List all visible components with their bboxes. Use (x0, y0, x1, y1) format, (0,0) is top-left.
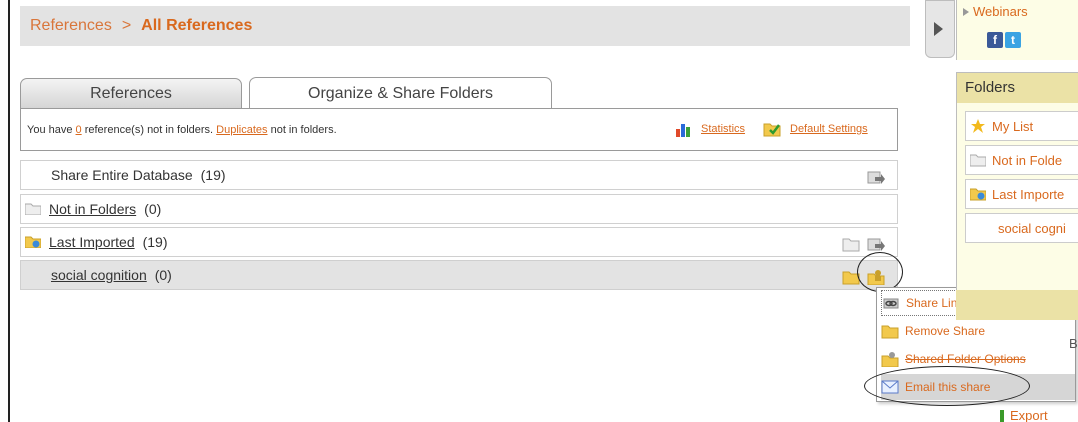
folder-check-icon[interactable] (763, 120, 781, 137)
folder-item-not-in-folders[interactable]: Not in Folde (965, 145, 1078, 175)
menu-item-remove-share[interactable]: Remove Share (881, 318, 1075, 344)
folder-icon (970, 154, 986, 167)
folder-item-label: Not in Folde (992, 152, 1063, 168)
breadcrumb-separator: > (121, 17, 132, 34)
row-count: (0) (154, 267, 172, 283)
star-icon (971, 119, 985, 133)
row-label: Share Entire Database (51, 167, 193, 183)
info-prefix: You have (27, 124, 76, 136)
folder-item-my-list[interactable]: My List (965, 111, 1078, 141)
unfiled-info-text: You have 0 reference(s) not in folders. … (27, 124, 337, 136)
folder-icon (25, 203, 41, 215)
info-suffix: not in folders. (267, 124, 337, 136)
row-share-entire-database: Share Entire Database (19) (20, 160, 898, 190)
highlight-ellipse (864, 366, 1030, 406)
breadcrumb: References > All References (20, 6, 910, 46)
folders-panel: Folders My List Not in Folde Last Import… (956, 72, 1078, 304)
chain-link-icon (883, 298, 899, 309)
statistics-link[interactable]: Statistics (701, 123, 745, 135)
window-border (8, 0, 10, 422)
default-settings-link[interactable]: Default Settings (790, 123, 868, 135)
folder-item-label: social cogni (998, 220, 1066, 236)
twitter-icon[interactable]: t (1005, 32, 1021, 48)
right-panel-links: Webinars f t (956, 0, 1078, 60)
bar-chart-icon[interactable] (675, 121, 693, 137)
folder-item-last-imported[interactable]: Last Importe (965, 179, 1078, 209)
breadcrumb-current: All References (141, 17, 253, 34)
not-in-folders-link[interactable]: Not in Folders (49, 201, 136, 217)
row-count: (19) (142, 234, 168, 250)
export-icon (1000, 410, 1004, 422)
row-social-cognition: social cognition (0) (20, 260, 898, 290)
folder-item-label: Last Importe (992, 186, 1065, 202)
menu-item-label: Share Link (906, 296, 964, 310)
info-middle: reference(s) not in folders. (81, 124, 217, 136)
export-link[interactable]: Export (1010, 408, 1048, 422)
last-imported-link[interactable]: Last Imported (49, 234, 135, 250)
highlight-circle (857, 252, 903, 292)
folder-icon[interactable] (842, 236, 860, 252)
folder-item-label: My List (992, 118, 1034, 134)
row-count: (19) (200, 167, 226, 183)
menu-item-label: Shared Folder Options (905, 352, 1026, 366)
folders-title: Folders (957, 73, 1078, 103)
breadcrumb-root[interactable]: References (30, 17, 112, 35)
tab-organize-share-folders[interactable]: Organize & Share Folders (249, 77, 552, 109)
import-folder-icon (970, 188, 986, 201)
share-arrow-icon[interactable] (867, 236, 885, 252)
menu-item-label: Remove Share (905, 324, 986, 338)
duplicates-link[interactable]: Duplicates (216, 124, 267, 136)
import-folder-icon (25, 236, 41, 248)
right-panel-section-header (956, 290, 1078, 320)
row-not-in-folders: Not in Folders (0) (20, 194, 898, 224)
tab-references[interactable]: References (20, 78, 242, 108)
info-bar: You have 0 reference(s) not in folders. … (20, 109, 898, 151)
webinars-link[interactable]: Webinars (973, 4, 1028, 19)
row-count: (0) (144, 201, 162, 217)
shared-folder-icon (881, 352, 899, 367)
social-cognition-link[interactable]: social cognition (51, 267, 147, 283)
row-last-imported: Last Imported (19) (20, 227, 898, 257)
facebook-icon[interactable]: f (987, 32, 1003, 48)
partial-label: B (1069, 336, 1078, 351)
expand-triangle-icon[interactable] (963, 8, 969, 16)
share-arrow-icon[interactable] (867, 169, 885, 185)
folder-icon (881, 325, 899, 339)
folder-item-social-cognition[interactable]: social cogni (965, 213, 1078, 243)
collapse-arrow-icon[interactable] (934, 22, 943, 36)
